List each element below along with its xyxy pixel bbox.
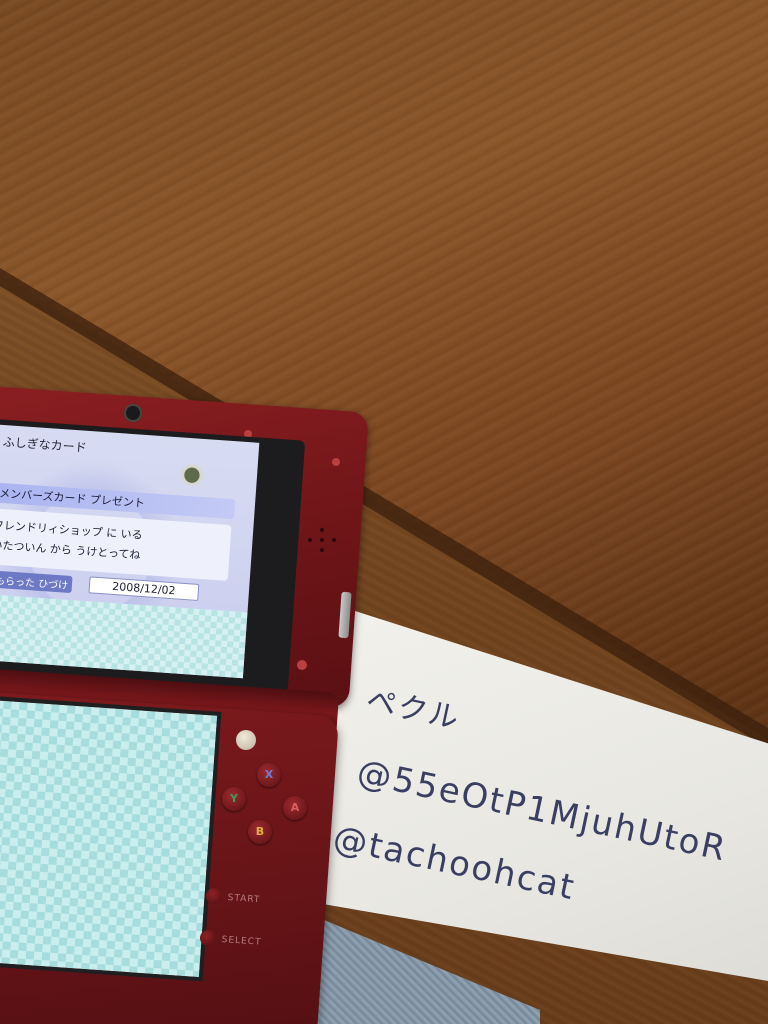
photo-scene: ペクル @55eOtP1MjuhUtoR @tachoohcat ふしぎなカード…: [0, 0, 768, 1024]
